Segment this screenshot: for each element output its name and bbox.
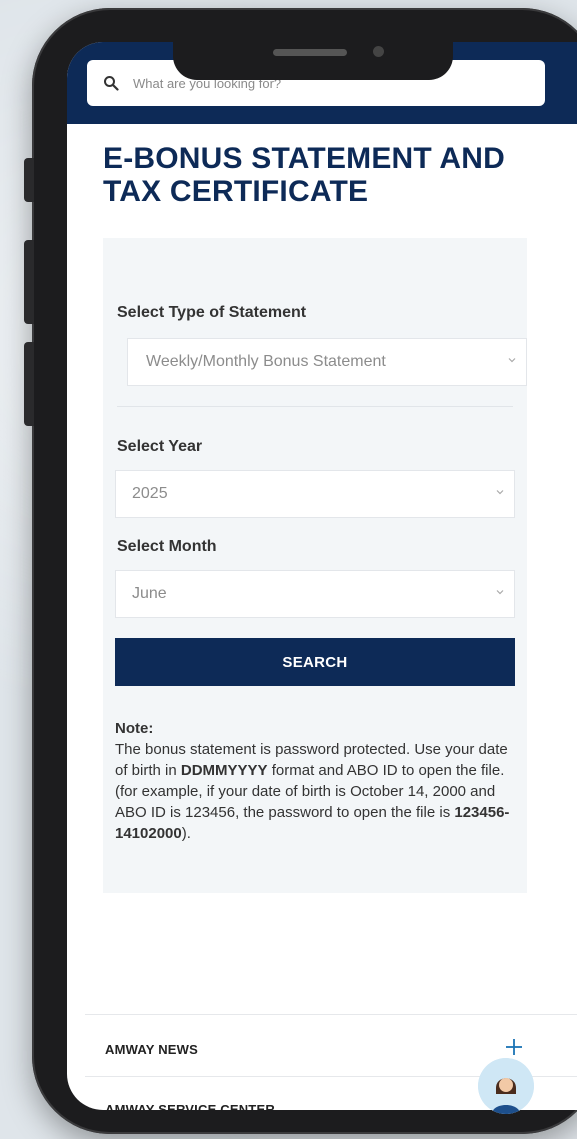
- note-text: format and ABO ID to open the file.: [267, 762, 505, 779]
- phone-volume-down-button: [24, 342, 34, 426]
- statement-form-panel: Select Type of Statement Weekly/Monthly …: [103, 238, 527, 893]
- assistant-avatar-icon: [478, 1058, 534, 1114]
- form-divider: [117, 406, 513, 407]
- note-text: ).: [181, 825, 191, 842]
- assistant-avatar-icon[interactable]: [478, 1058, 534, 1114]
- footer-item-amway-service-center[interactable]: AMWAY SERVICE CENTER: [105, 1102, 275, 1110]
- phone-camera: [373, 46, 384, 57]
- search-button[interactable]: SEARCH: [115, 638, 515, 686]
- footer-item-amway-news[interactable]: AMWAY NEWS: [105, 1042, 198, 1057]
- page-title: E-BONUS STATEMENT AND TAX CERTIFICATE: [103, 142, 505, 208]
- phone-volume-up-button: [24, 240, 34, 324]
- year-select[interactable]: 2025: [115, 470, 515, 518]
- chevron-down-icon: [508, 358, 516, 363]
- phone-speaker: [273, 49, 347, 56]
- chevron-down-icon: [496, 490, 504, 495]
- statement-type-label: Select Type of Statement: [117, 304, 307, 321]
- footer-divider: [85, 1014, 577, 1015]
- chevron-down-icon: [496, 590, 504, 595]
- statement-type-value: Weekly/Monthly Bonus Statement: [146, 353, 386, 370]
- password-note: Note: The bonus statement is password pr…: [115, 718, 515, 844]
- year-value: 2025: [132, 485, 168, 502]
- plus-icon[interactable]: [504, 1037, 524, 1057]
- phone-notch: [173, 30, 453, 80]
- note-example: (for example, if your date of birth is O…: [115, 781, 515, 844]
- month-select[interactable]: June: [115, 570, 515, 618]
- year-label: Select Year: [117, 438, 203, 455]
- search-icon: [104, 76, 119, 91]
- month-label: Select Month: [117, 538, 217, 555]
- phone-mute-button: [24, 158, 34, 202]
- phone-screen: E-BONUS STATEMENT AND TAX CERTIFICATE Se…: [67, 42, 577, 1110]
- note-title: Note:: [115, 720, 154, 737]
- month-value: June: [132, 585, 167, 602]
- note-text: (for example, if your date of birth is O…: [115, 783, 496, 821]
- note-format: DDMMYYYY: [180, 762, 268, 779]
- note-body: The bonus statement is password protecte…: [115, 739, 515, 781]
- statement-type-select[interactable]: Weekly/Monthly Bonus Statement: [127, 338, 527, 386]
